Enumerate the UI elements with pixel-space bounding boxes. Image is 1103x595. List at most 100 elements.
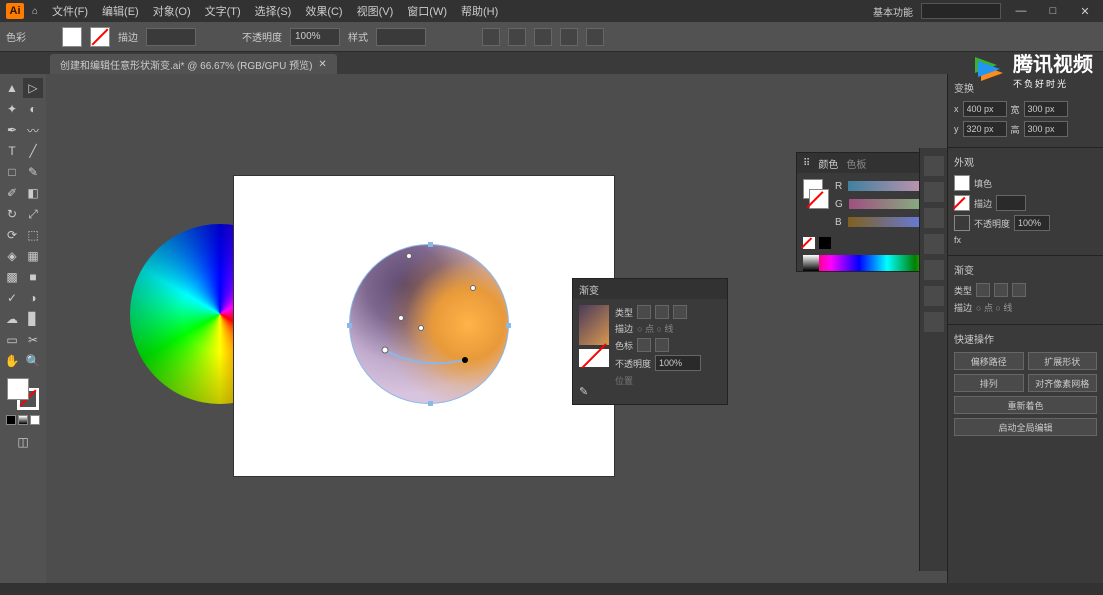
color-mode-btn[interactable] <box>6 415 16 425</box>
maximize-button[interactable]: □ <box>1041 3 1065 19</box>
quick-btn-4[interactable]: 对齐像素网格 <box>1028 374 1098 392</box>
perspective-tool[interactable]: ▦ <box>23 246 43 266</box>
close-button[interactable]: ✕ <box>1073 3 1097 19</box>
rp-linear-btn[interactable] <box>976 283 990 297</box>
none-mode-btn[interactable] <box>30 415 40 425</box>
artboard-tool[interactable]: ▭ <box>2 330 22 350</box>
pen-tool[interactable]: ✒ <box>2 120 22 140</box>
selection-tool[interactable]: ▲ <box>2 78 22 98</box>
symbol-tool[interactable]: ☁ <box>2 309 22 329</box>
width-tool[interactable]: ⟳ <box>2 225 22 245</box>
menu-window[interactable]: 窗口(W) <box>401 1 453 21</box>
workspace-switcher[interactable]: 基本功能 <box>873 4 913 19</box>
quick-btn-3[interactable]: 排列 <box>954 374 1024 392</box>
transform-icon[interactable] <box>534 28 552 46</box>
rp-opacity-swatch[interactable] <box>954 215 970 231</box>
quick-btn-6[interactable]: 启动全局编辑 <box>954 418 1097 436</box>
cp-stroke-swatch[interactable] <box>809 189 829 209</box>
stop-btn-2[interactable] <box>655 338 669 352</box>
properties-icon[interactable] <box>924 156 944 176</box>
graph-tool[interactable]: ▊ <box>23 309 43 329</box>
w-input[interactable] <box>1024 101 1068 117</box>
menu-edit[interactable]: 编辑(E) <box>96 1 145 21</box>
h-input[interactable] <box>1024 121 1068 137</box>
eraser-tool[interactable]: ◧ <box>23 183 43 203</box>
direct-selection-tool[interactable]: ▷ <box>23 78 43 98</box>
menu-type[interactable]: 文字(T) <box>199 1 247 21</box>
menu-select[interactable]: 选择(S) <box>249 1 298 21</box>
artwork-freeform-gradient[interactable] <box>349 244 509 404</box>
style-dropdown[interactable] <box>376 28 426 46</box>
gradient-panel-tab[interactable]: 渐变 <box>579 282 599 297</box>
minimize-button[interactable]: — <box>1009 3 1033 19</box>
search-input[interactable] <box>921 3 1001 19</box>
blend-tool[interactable]: ◑ <box>23 288 43 308</box>
libraries-icon[interactable] <box>924 208 944 228</box>
swatches-panel-tab[interactable]: 色板 <box>846 156 866 171</box>
rp-icon-6[interactable] <box>924 286 944 306</box>
rp-stroke-swatch[interactable] <box>954 195 970 211</box>
black-swatch[interactable] <box>819 237 831 249</box>
screen-mode-btn[interactable]: ◫ <box>13 432 33 452</box>
rp-radial-btn[interactable] <box>994 283 1008 297</box>
quick-btn-2[interactable]: 扩展形状 <box>1028 352 1098 370</box>
gradient-tool[interactable]: ■ <box>23 267 43 287</box>
slice-tool[interactable]: ✂ <box>23 330 43 350</box>
none-swatch[interactable] <box>803 237 815 249</box>
scale-tool[interactable]: ⤢ <box>23 204 43 224</box>
quick-btn-5[interactable]: 重新着色 <box>954 396 1097 414</box>
mesh-tool[interactable]: ▩ <box>2 267 22 287</box>
layers-icon[interactable] <box>924 182 944 202</box>
panel-grip-icon[interactable]: ⠿ <box>803 158 810 169</box>
gradient-stroke-swatch[interactable] <box>579 349 609 367</box>
color-panel-tab[interactable]: 颜色 <box>818 156 838 171</box>
shaper-tool[interactable]: ✐ <box>2 183 22 203</box>
gp-opacity-dropdown[interactable]: 100% <box>655 355 701 371</box>
align-icon[interactable] <box>482 28 500 46</box>
rp-icon-7[interactable] <box>924 312 944 332</box>
rectangle-tool[interactable]: □ <box>2 162 22 182</box>
document-tab[interactable]: 创建和编辑任意形状渐变.ai* @ 66.67% (RGB/GPU 预览) ✕ <box>50 54 337 74</box>
shape-icon[interactable] <box>560 28 578 46</box>
gradient-preview-swatch[interactable] <box>579 305 609 345</box>
gradient-mode-btn[interactable] <box>18 415 28 425</box>
menu-object[interactable]: 对象(O) <box>147 1 197 21</box>
shape-builder-tool[interactable]: ◈ <box>2 246 22 266</box>
opacity-dropdown[interactable]: 100% <box>290 28 340 46</box>
home-icon[interactable]: ⌂ <box>26 3 44 19</box>
menu-view[interactable]: 视图(V) <box>351 1 400 21</box>
hand-tool[interactable]: ✋ <box>2 351 22 371</box>
rp-stroke-weight[interactable] <box>996 195 1026 211</box>
freeform-gradient-btn[interactable] <box>673 305 687 319</box>
fill-swatch[interactable] <box>62 27 82 47</box>
rotate-tool[interactable]: ↻ <box>2 204 22 224</box>
x-input[interactable] <box>963 101 1007 117</box>
curvature-tool[interactable]: 〰 <box>23 120 43 140</box>
rp-icon-5[interactable] <box>924 260 944 280</box>
eyedropper-icon[interactable]: ✎ <box>579 385 609 398</box>
stop-btn-1[interactable] <box>637 338 651 352</box>
align-icon-2[interactable] <box>508 28 526 46</box>
eyedropper-tool[interactable]: ✓ <box>2 288 22 308</box>
linear-gradient-btn[interactable] <box>637 305 651 319</box>
paintbrush-tool[interactable]: ✎ <box>23 162 43 182</box>
stroke-weight-dropdown[interactable] <box>146 28 196 46</box>
y-input[interactable] <box>963 121 1007 137</box>
magic-wand-tool[interactable]: ✦ <box>2 99 22 119</box>
quick-btn-1[interactable]: 偏移路径 <box>954 352 1024 370</box>
rp-freeform-btn[interactable] <box>1012 283 1026 297</box>
zoom-tool[interactable]: 🔍 <box>23 351 43 371</box>
lasso-tool[interactable]: ◐ <box>23 99 43 119</box>
stroke-swatch[interactable] <box>90 27 110 47</box>
gradient-panel[interactable]: 渐变 ✎ 类型 描边 ○ 点 ○ 线 色标 <box>572 278 728 405</box>
rp-fill-swatch[interactable] <box>954 175 970 191</box>
menu-effect[interactable]: 效果(C) <box>299 1 348 21</box>
menu-file[interactable]: 文件(F) <box>46 1 94 21</box>
isolate-icon[interactable] <box>586 28 604 46</box>
rp-opacity-input[interactable] <box>1014 215 1050 231</box>
line-tool[interactable]: ╱ <box>23 141 43 161</box>
free-transform-tool[interactable]: ⬚ <box>23 225 43 245</box>
radial-gradient-btn[interactable] <box>655 305 669 319</box>
type-tool[interactable]: T <box>2 141 22 161</box>
fill-stroke-indicator[interactable] <box>7 378 39 410</box>
